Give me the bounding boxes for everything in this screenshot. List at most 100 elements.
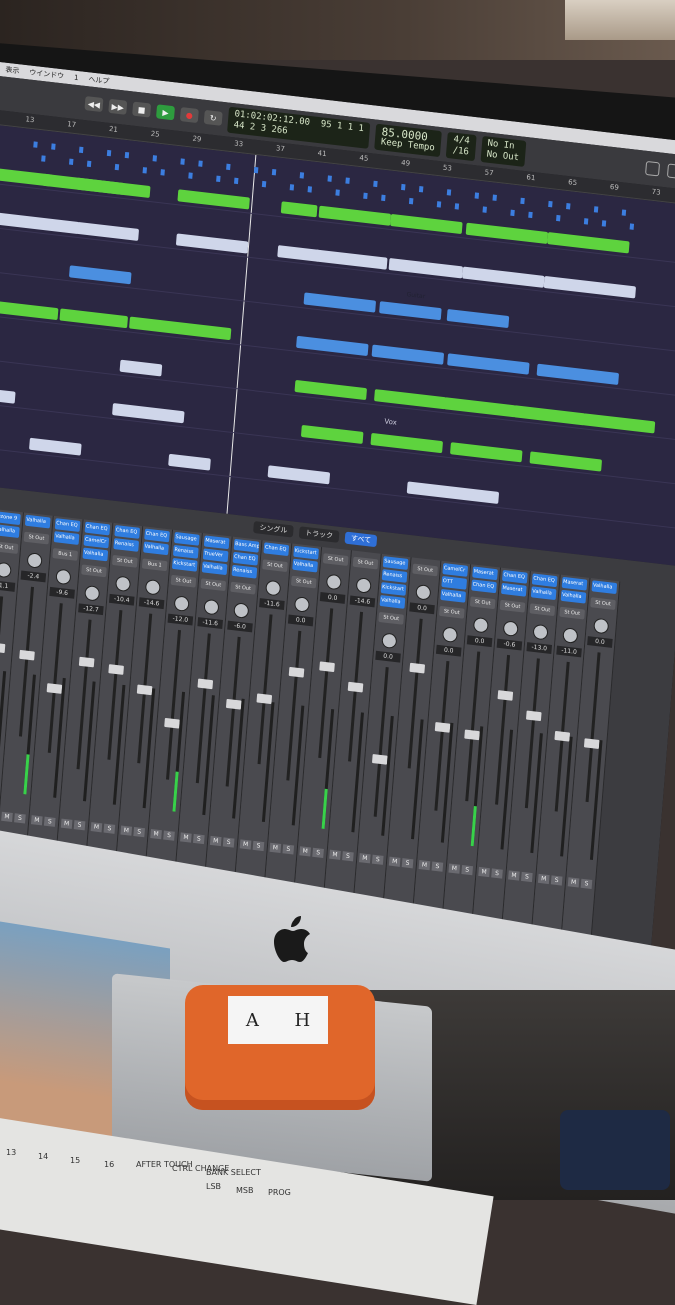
plugin-slot[interactable]: Chan EQ [114, 525, 140, 539]
plugin-slot[interactable]: Chan EQ [502, 570, 528, 584]
plugin-slot[interactable]: Chan EQ [532, 573, 558, 587]
output-slot[interactable]: St Out [262, 559, 288, 572]
plugin-slot[interactable]: Kickstart [172, 558, 198, 572]
mute-button[interactable]: M [508, 870, 520, 880]
plugin-slot[interactable]: OTT [441, 576, 467, 590]
pan-knob[interactable] [294, 596, 310, 613]
solo-button[interactable]: S [253, 841, 265, 851]
fader-cap[interactable] [319, 661, 335, 672]
cycle-button[interactable]: ↻ [204, 110, 223, 126]
stop-button[interactable]: ■ [132, 102, 151, 118]
fader-cap[interactable] [435, 722, 451, 733]
output-slot[interactable]: St Out [590, 597, 616, 610]
plugin-slot[interactable]: TrueVer [203, 548, 229, 562]
forward-button[interactable]: ▶▶ [108, 99, 127, 115]
plugin-slot[interactable]: Renaiss [113, 538, 139, 552]
pan-knob[interactable] [356, 577, 372, 594]
plugin-slot[interactable]: Renaiss [173, 545, 199, 559]
mute-button[interactable]: M [568, 877, 580, 887]
pan-knob[interactable] [562, 627, 578, 644]
solo-button[interactable]: S [14, 813, 26, 823]
solo-button[interactable]: S [461, 865, 473, 875]
mute-button[interactable]: M [478, 867, 490, 877]
pan-knob[interactable] [0, 562, 12, 579]
tempo-display[interactable]: 85.0000 Keep Tempo [374, 124, 442, 158]
plugin-slot[interactable]: Valhalla [561, 590, 587, 604]
plugin-slot[interactable]: Chan EQ [471, 579, 497, 593]
plugin-slot[interactable]: Chan EQ [85, 522, 111, 536]
output-slot[interactable]: St Out [230, 582, 256, 595]
output-slot[interactable]: Bus 1 [52, 548, 78, 561]
plugin-slot[interactable]: Chan EQ [144, 528, 170, 542]
pan-knob[interactable] [593, 618, 609, 635]
mute-button[interactable]: M [150, 829, 162, 839]
fader-cap[interactable] [584, 738, 600, 749]
pan-knob[interactable] [233, 602, 249, 619]
fader-cap[interactable] [372, 754, 388, 765]
tab-all[interactable]: すべて [344, 532, 377, 548]
solo-button[interactable]: S [282, 844, 294, 854]
plugin-slot[interactable]: Sausage [383, 556, 409, 570]
pan-knob[interactable] [115, 575, 131, 592]
solo-button[interactable]: S [44, 817, 56, 827]
output-slot[interactable]: St Out [291, 576, 317, 589]
solo-button[interactable]: S [223, 837, 235, 847]
pan-knob[interactable] [174, 595, 190, 612]
solo-button[interactable]: S [133, 827, 145, 837]
output-slot[interactable]: St Out [439, 606, 465, 619]
output-slot[interactable]: St Out [0, 541, 18, 554]
fader-cap[interactable] [79, 657, 95, 668]
solo-button[interactable]: S [521, 872, 533, 882]
fader-cap[interactable] [348, 682, 364, 693]
menu-item-view[interactable]: 表示 [5, 65, 20, 77]
plugin-slot[interactable]: Valhalla [380, 595, 406, 609]
plugin-slot[interactable]: Sausage [174, 532, 200, 546]
mute-button[interactable]: M [419, 860, 431, 870]
mute-button[interactable]: M [120, 826, 132, 836]
mute-button[interactable]: M [389, 857, 401, 867]
plugin-slot[interactable]: Ozone 9 [0, 511, 21, 525]
pan-knob[interactable] [265, 580, 281, 597]
io-display[interactable]: No In No Out [480, 136, 526, 167]
fader-cap[interactable] [19, 650, 35, 661]
solo-button[interactable]: S [163, 830, 175, 840]
plugin-slot[interactable]: Chan EQ [55, 518, 81, 532]
pan-knob[interactable] [55, 569, 71, 586]
pan-knob[interactable] [145, 579, 161, 596]
plugin-slot[interactable]: Renaiss [382, 569, 408, 583]
output-slot[interactable]: St Out [378, 612, 404, 625]
pan-knob[interactable] [442, 626, 458, 643]
output-slot[interactable]: St Out [81, 564, 107, 577]
menu-item-help[interactable]: ヘルプ [88, 74, 110, 86]
plugin-slot[interactable]: Valhalla [591, 580, 617, 594]
mute-button[interactable]: M [91, 822, 103, 832]
pan-knob[interactable] [532, 624, 548, 641]
solo-button[interactable]: S [312, 848, 324, 858]
plugin-slot[interactable]: CamelCr [83, 535, 109, 549]
play-button[interactable]: ▶ [156, 104, 175, 120]
output-slot[interactable]: St Out [24, 532, 50, 545]
metronome-icon[interactable] [667, 163, 675, 179]
fader-cap[interactable] [47, 683, 63, 694]
fader-cap[interactable] [197, 679, 213, 690]
output-slot[interactable]: St Out [529, 603, 555, 616]
plugin-slot[interactable]: Kickstart [293, 546, 319, 560]
solo-button[interactable]: S [402, 858, 414, 868]
plugin-slot[interactable]: Maserat [204, 535, 230, 549]
output-slot[interactable]: St Out [500, 600, 526, 613]
mute-button[interactable]: M [270, 843, 282, 853]
plugin-slot[interactable]: Valhalla [82, 548, 108, 562]
output-slot[interactable]: St Out [171, 575, 197, 588]
output-slot[interactable]: St Out [200, 578, 226, 591]
signature-display[interactable]: 4/4 /16 [446, 132, 476, 161]
mute-button[interactable]: M [538, 874, 550, 884]
tab-single[interactable]: シングル [253, 521, 294, 538]
mute-button[interactable]: M [329, 850, 341, 860]
plugin-slot[interactable]: Valhalla [25, 515, 51, 529]
mute-button[interactable]: M [180, 832, 192, 842]
solo-button[interactable]: S [581, 879, 593, 889]
solo-button[interactable]: S [551, 875, 563, 885]
mute-button[interactable]: M [1, 812, 13, 822]
mute-button[interactable]: M [31, 815, 43, 825]
plugin-slot[interactable]: CamelCr [442, 563, 468, 577]
